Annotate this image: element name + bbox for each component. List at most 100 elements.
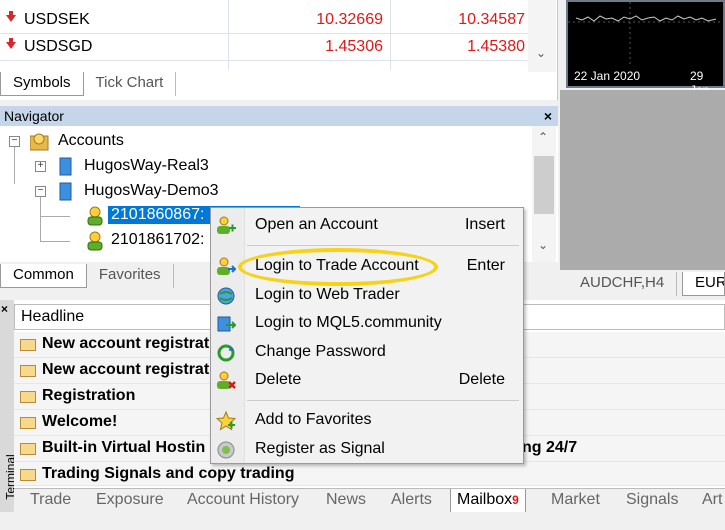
tab-common[interactable]: Common <box>0 264 87 288</box>
mail-subject-tail: ng 24/7 <box>522 439 578 456</box>
market-row[interactable]: USDSGD 1.45306 1.45380 <box>0 35 555 61</box>
chart-symbol-tabs: AUDCHF,H4 EURC <box>560 272 725 296</box>
tab-audchf-h4[interactable]: AUDCHF,H4 <box>568 272 678 296</box>
tab-news[interactable]: News <box>326 489 366 513</box>
highlight-circle <box>238 248 438 286</box>
envelope-icon <box>20 417 36 429</box>
tab-articles[interactable]: Art <box>702 489 722 513</box>
accounts-label[interactable]: Accounts <box>58 132 124 150</box>
menu-item-login-mql5[interactable]: Login to MQL5.community <box>211 311 523 337</box>
mail-subject: Registration <box>42 387 136 404</box>
envelope-icon <box>20 365 36 377</box>
tab-mailbox-label: Mailbox <box>457 491 513 508</box>
date-label: 22 Jan 2020 <box>574 69 641 83</box>
menu-item-change-password[interactable]: Change Password <box>211 340 523 366</box>
menu-item-label: Add to Favorites <box>255 411 372 428</box>
market-watch-scrollbar[interactable]: ⌄ <box>528 0 556 72</box>
tab-exposure[interactable]: Exposure <box>96 489 164 513</box>
navigator-scrollbar[interactable]: ⌃ ⌄ <box>532 126 556 262</box>
terminal-tabs: Trade Exposure Account History News Aler… <box>14 488 725 513</box>
collapse-icon[interactable]: − <box>9 136 20 147</box>
tab-eur-chart[interactable]: EURC <box>682 272 725 296</box>
menu-item-label: Open an Account <box>255 216 378 233</box>
menu-shortcut: Delete <box>458 371 505 388</box>
market-watch: USDSEK 10.32669 10.34587 USDSGD 1.45306 … <box>0 0 558 100</box>
status-bar <box>0 512 725 530</box>
server-item[interactable]: HugosWay-Real3 <box>84 157 209 175</box>
menu-item-add-favorites[interactable]: Add to Favorites <box>211 408 523 434</box>
add-user-icon <box>216 216 236 236</box>
tab-signals[interactable]: Signals <box>626 489 678 513</box>
ask-price: 10.34587 <box>458 11 525 28</box>
menu-item-label: Register as Signal <box>255 440 385 457</box>
expand-icon[interactable]: + <box>35 161 46 172</box>
chevron-down-icon[interactable]: ⌄ <box>538 238 548 252</box>
mail-subject: Built-in Virtual Hostin <box>42 439 206 456</box>
menu-item-label: Change Password <box>255 343 386 360</box>
menu-item-register-signal[interactable]: Register as Signal <box>211 437 523 463</box>
chart-plot <box>568 2 723 66</box>
down-arrow-icon <box>6 11 16 22</box>
price-chart[interactable]: 22 Jan 2020 29 Jan <box>566 0 725 97</box>
navigator-title-bar: Navigator × <box>0 106 558 126</box>
down-arrow-icon <box>6 38 16 49</box>
navigator-title: Navigator <box>4 108 64 124</box>
close-icon[interactable]: × <box>544 106 552 126</box>
navigator-tabs: Common Favorites <box>0 264 174 288</box>
tab-favorites[interactable]: Favorites <box>87 264 174 288</box>
mail-subject: Welcome! <box>42 413 118 430</box>
tab-market[interactable]: Market <box>551 489 600 513</box>
tab-tick-chart[interactable]: Tick Chart <box>84 72 177 96</box>
user-login-icon <box>216 257 238 277</box>
market-row[interactable]: USDSEK 10.32669 10.34587 <box>0 8 555 34</box>
tab-mailbox[interactable]: Mailbox9 <box>450 489 526 513</box>
mql5-icon <box>216 314 238 334</box>
star-icon <box>215 410 237 431</box>
ask-price: 1.45380 <box>467 38 525 55</box>
server-item[interactable]: HugosWay-Demo3 <box>84 182 219 200</box>
menu-item-delete[interactable]: Delete Delete <box>211 368 523 394</box>
collapse-icon[interactable]: − <box>35 186 46 197</box>
signal-icon <box>216 440 236 460</box>
tab-alerts[interactable]: Alerts <box>391 489 432 513</box>
menu-item-login-web-trader[interactable]: Login to Web Trader <box>211 283 523 309</box>
bid-price: 10.32669 <box>316 11 383 28</box>
refresh-icon <box>216 343 236 363</box>
column-divider <box>228 0 229 70</box>
market-watch-tabs: Symbols Tick Chart <box>0 72 177 96</box>
scroll-thumb[interactable] <box>534 156 554 214</box>
chart-area-background <box>560 90 725 270</box>
server-icon <box>58 157 76 176</box>
server-icon <box>58 182 76 201</box>
chevron-up-icon[interactable]: ⌃ <box>538 130 548 144</box>
user-icon <box>86 206 104 226</box>
globe-icon <box>216 286 236 306</box>
mail-subject: Trading Signals and copy trading <box>42 465 295 482</box>
menu-item-label: Delete <box>255 371 302 388</box>
tab-symbols[interactable]: Symbols <box>0 72 84 96</box>
column-divider <box>390 0 391 70</box>
mail-subject: New account registrat <box>42 335 210 352</box>
accounts-icon <box>29 132 49 151</box>
envelope-icon <box>20 469 36 481</box>
menu-separator <box>247 400 519 401</box>
mailbox-count-badge: 9 <box>512 493 519 507</box>
tab-trade[interactable]: Trade <box>30 489 71 513</box>
chevron-down-icon[interactable]: ⌄ <box>536 46 546 60</box>
account-item[interactable]: 2101861702: <box>111 231 204 249</box>
envelope-icon <box>20 391 36 403</box>
mail-subject: New account registrat <box>42 361 210 378</box>
envelope-icon <box>20 339 36 351</box>
tab-account-history[interactable]: Account History <box>187 489 299 513</box>
mail-row[interactable]: Trading Signals and copy trading <box>14 462 725 486</box>
menu-item-label: Login to MQL5.community <box>255 314 442 331</box>
menu-item-label: Login to Web Trader <box>255 286 400 303</box>
close-icon[interactable]: × <box>0 305 12 312</box>
envelope-icon <box>20 443 36 455</box>
menu-shortcut: Enter <box>466 257 505 274</box>
symbol-name: USDSGD <box>24 38 93 55</box>
user-icon <box>86 231 104 251</box>
terminal-side-bar: × Terminal <box>0 300 18 530</box>
menu-item-open-account[interactable]: Open an Account Insert <box>211 213 523 239</box>
chart-time-axis: 22 Jan 2020 29 Jan <box>568 66 723 97</box>
